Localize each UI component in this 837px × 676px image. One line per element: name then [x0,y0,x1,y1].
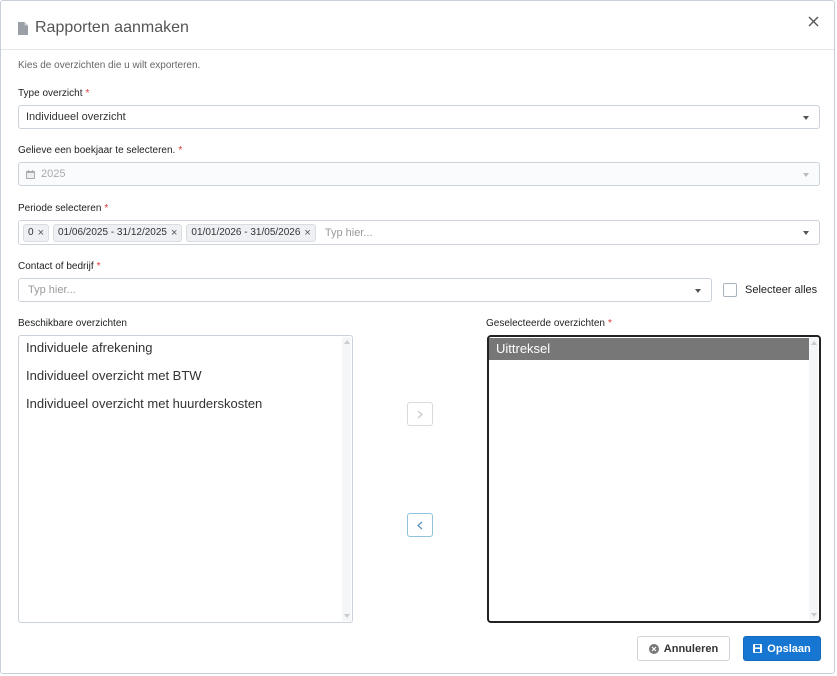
close-button[interactable] [804,12,822,30]
chevron-down-icon [803,173,809,177]
modal-subtitle: Kies de overzichten die u wilt exportere… [18,60,201,71]
selected-item[interactable]: Uittreksel [489,338,809,360]
available-item[interactable]: Individueel overzicht met BTW [19,365,352,387]
required-marker: * [178,145,183,156]
required-marker: * [104,203,109,214]
modal-header: Rapporten aanmaken [1,1,834,50]
modal-title: Rapporten aanmaken [35,19,189,36]
periode-label: Periode selecteren * [18,203,108,214]
remove-tag-icon[interactable]: × [171,227,177,239]
report-modal: Rapporten aanmaken Kies de overzichten d… [0,0,835,674]
type-overzicht-value: Individueel overzicht [26,111,126,123]
selected-listbox[interactable]: Uittreksel [487,335,821,623]
contact-label-text: Contact of bedrijf [18,261,94,272]
available-label: Beschikbare overzichten [18,318,127,329]
periode-search-input[interactable]: Typ hier... [325,227,373,239]
save-label: Opslaan [767,642,811,655]
select-all-checkbox-wrap[interactable]: Selecteer alles [723,283,817,297]
type-overzicht-label: Type overzicht * [18,88,89,99]
periode-tag: 01/01/2026 - 31/05/2026 × [186,223,316,242]
periode-tag: 0 × [23,223,49,242]
periode-label-text: Periode selecteren [18,203,102,214]
available-listbox[interactable]: Individuele afrekening Individueel overz… [18,335,353,623]
selected-label-text: Geselecteerde overzichten [486,318,605,329]
chevron-right-icon [417,410,423,418]
cancel-button[interactable]: Annuleren [637,636,730,661]
select-all-label: Selecteer alles [745,284,818,296]
periode-tag-text: 01/01/2026 - 31/05/2026 [191,227,301,238]
type-overzicht-select[interactable]: Individueel overzicht [18,105,820,129]
available-item[interactable]: Individuele afrekening [19,337,352,359]
available-scrollbar[interactable] [342,337,351,621]
save-button[interactable]: Opslaan [743,636,821,661]
cancel-label: Annuleren [663,642,719,655]
cancel-circle-icon [648,643,659,654]
required-marker: * [85,88,90,99]
chevron-down-icon [695,289,701,293]
close-icon [808,16,818,26]
periode-tag-text: 0 [28,227,34,238]
select-all-checkbox[interactable] [723,283,737,297]
selected-scrollbar[interactable] [809,338,818,620]
calendar-icon [26,169,35,179]
required-marker: * [96,261,101,272]
required-marker: * [607,318,612,329]
contact-label: Contact of bedrijf * [18,261,101,272]
contact-select[interactable]: Typ hier... [18,278,712,302]
available-item[interactable]: Individueel overzicht met huurderskosten [19,393,352,415]
boekjaar-label-text: Gelieve een boekjaar te selecteren. [18,145,176,156]
document-icon [18,21,28,35]
scroll-up-icon[interactable] [344,340,350,344]
title-wrap: Rapporten aanmaken [18,19,189,37]
chevron-down-icon [803,231,809,235]
move-right-button[interactable] [407,402,433,426]
save-icon [753,644,763,653]
periode-multiselect[interactable]: 0 × 01/06/2025 - 31/12/2025 × 01/01/2026… [18,220,820,245]
chevron-down-icon [803,116,809,120]
remove-tag-icon[interactable]: × [38,227,44,239]
periode-tag: 01/06/2025 - 31/12/2025 × [53,223,183,242]
scroll-down-icon[interactable] [811,613,817,617]
chevron-left-icon [417,521,423,529]
selected-label: Geselecteerde overzichten * [486,318,612,329]
type-overzicht-label-text: Type overzicht [18,88,83,99]
contact-search-input[interactable]: Typ hier... [28,284,76,296]
scroll-up-icon[interactable] [811,341,817,345]
scroll-down-icon[interactable] [344,614,350,618]
boekjaar-label: Gelieve een boekjaar te selecteren. * [18,145,182,156]
remove-tag-icon[interactable]: × [304,227,310,239]
boekjaar-select[interactable]: 2025 [18,162,820,186]
boekjaar-value: 2025 [41,168,66,180]
move-left-button[interactable] [407,513,433,537]
periode-tag-text: 01/06/2025 - 31/12/2025 [58,227,167,238]
